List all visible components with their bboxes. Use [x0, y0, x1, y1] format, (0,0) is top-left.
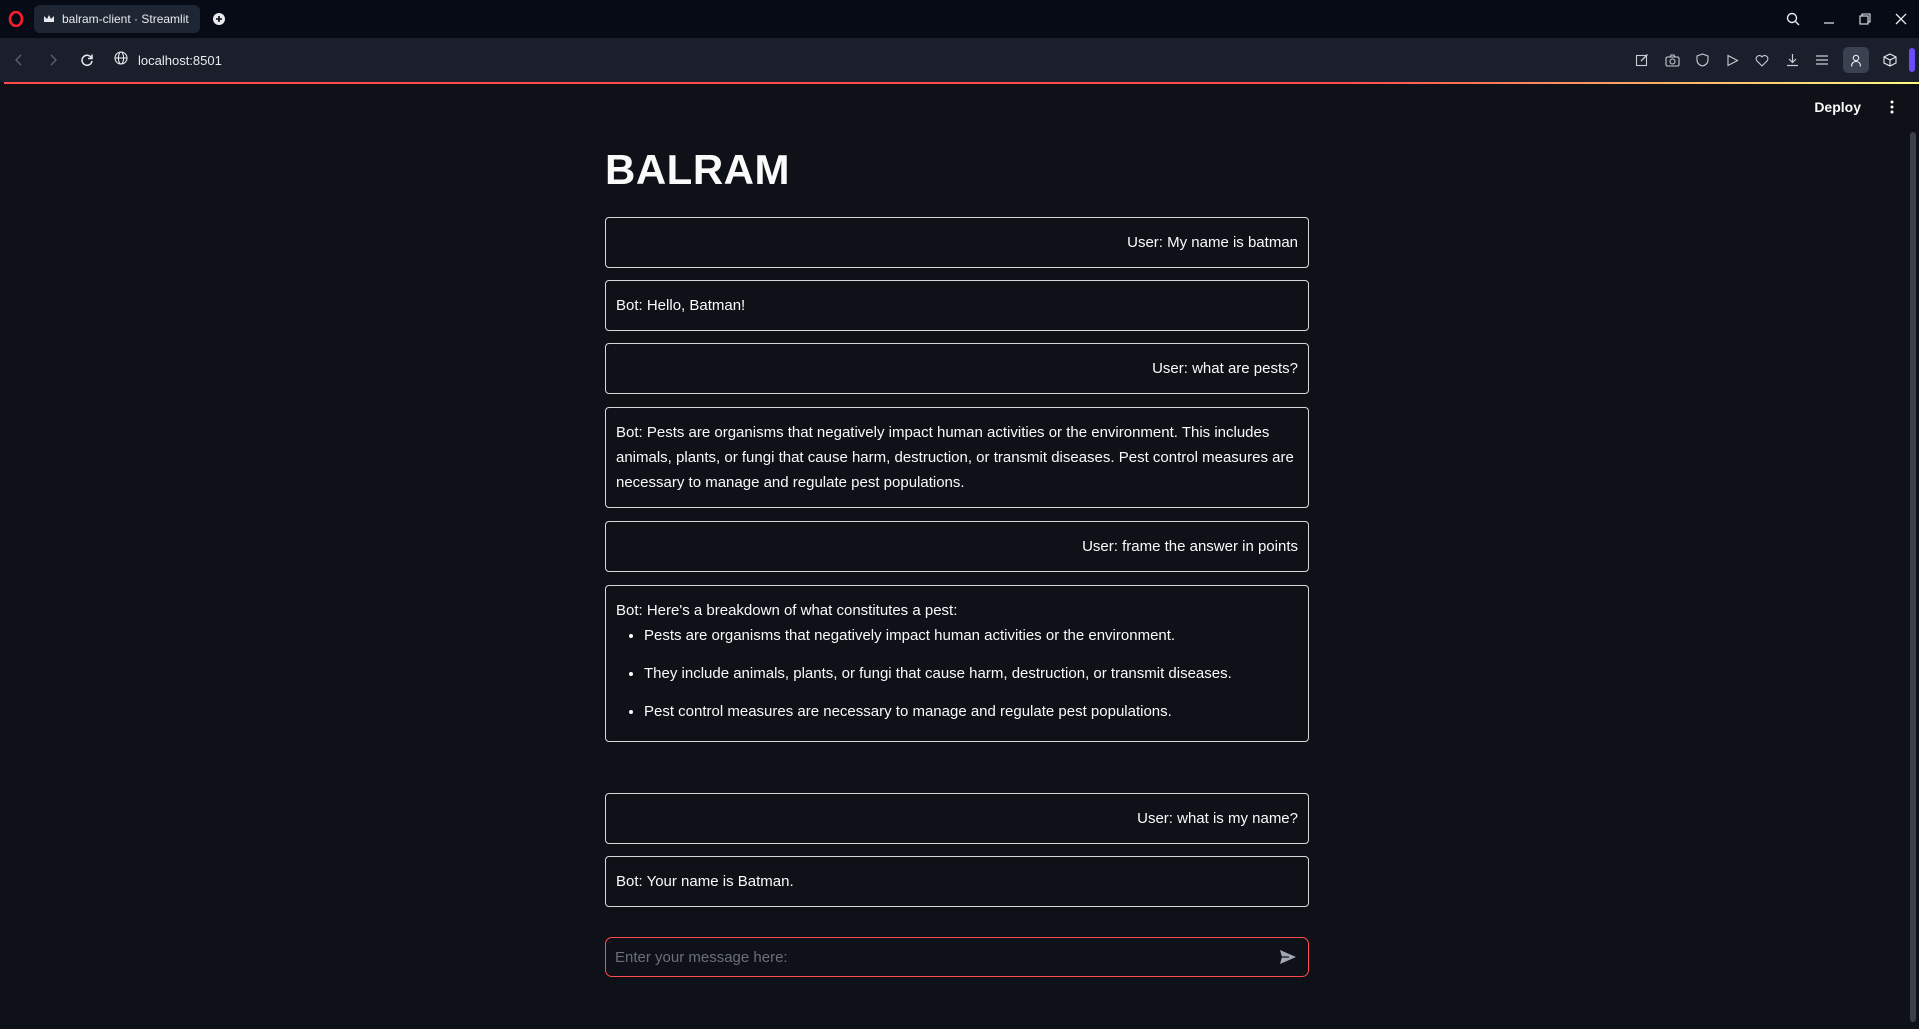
browser-tab-bar: balram-client · Streamlit [0, 0, 1919, 38]
list-item: Pests are organisms that negatively impa… [644, 625, 1298, 647]
browser-tab[interactable]: balram-client · Streamlit [34, 5, 200, 33]
easy-setup-menu-icon[interactable] [1807, 45, 1837, 75]
message-text: User: My name is batman [1127, 234, 1298, 251]
page-title: BALRAM [605, 146, 790, 193]
list-item: Pest control measures are necessary to m… [644, 701, 1298, 723]
message-text: User: what are pests? [1152, 360, 1298, 377]
message-text: Bot: Your name is Batman. [616, 873, 794, 890]
bot-message: Bot: Here's a breakdown of what constitu… [605, 585, 1309, 742]
new-tab-plus-icon[interactable] [208, 8, 230, 30]
url-text: localhost:8501 [138, 52, 222, 68]
main-menu-icon[interactable] [1879, 94, 1905, 120]
heart-icon[interactable] [1747, 45, 1777, 75]
sidebar-accent-bar [1909, 48, 1915, 72]
globe-icon [114, 50, 128, 70]
tab-title: balram-client · Streamlit [62, 12, 189, 26]
message-text: Bot: Here's a breakdown of what constitu… [616, 602, 958, 619]
opera-logo-icon[interactable] [5, 8, 27, 30]
streamlit-app: Deploy BALRAM User: My name is batman Bo… [0, 84, 1919, 1029]
play-icon[interactable] [1717, 45, 1747, 75]
message-input[interactable] [606, 947, 1268, 967]
reload-icon[interactable] [70, 43, 104, 77]
bullet-list: Pests are organisms that negatively impa… [616, 625, 1298, 723]
chat-input [605, 937, 1309, 977]
browser-address-bar: localhost:8501 [0, 38, 1919, 82]
restore-icon[interactable] [1847, 0, 1883, 38]
user-message: User: frame the answer in points [605, 521, 1309, 572]
page-scrollbar[interactable] [1910, 132, 1916, 1022]
message-text: User: what is my name? [1137, 810, 1298, 827]
forward-icon[interactable] [36, 43, 70, 77]
bot-message: Bot: Pests are organisms that negatively… [605, 407, 1309, 508]
streamlit-header: Deploy [1804, 84, 1919, 130]
user-message: User: what is my name? [605, 793, 1309, 844]
snapshot-edit-icon[interactable] [1627, 45, 1657, 75]
bot-message: Bot: Hello, Batman! [605, 280, 1309, 331]
search-tabs-icon[interactable] [1775, 0, 1811, 38]
message-text: Bot: Pests are organisms that negatively… [616, 424, 1294, 491]
url-field[interactable]: localhost:8501 [114, 50, 222, 70]
user-message: User: what are pests? [605, 343, 1309, 394]
message-text: Bot: Hello, Batman! [616, 297, 746, 314]
shield-icon[interactable] [1687, 45, 1717, 75]
user-message: User: My name is batman [605, 217, 1309, 268]
download-icon[interactable] [1777, 45, 1807, 75]
message-text: User: frame the answer in points [1082, 538, 1298, 555]
extensions-cube-icon[interactable] [1875, 45, 1905, 75]
bot-message: Bot: Your name is Batman. [605, 856, 1309, 907]
back-icon[interactable] [2, 43, 36, 77]
list-item: They include animals, plants, or fungi t… [644, 663, 1298, 685]
streamlit-crown-icon [42, 12, 56, 26]
minimize-icon[interactable] [1811, 0, 1847, 38]
close-window-icon[interactable] [1883, 0, 1919, 38]
send-icon[interactable] [1268, 938, 1308, 976]
camera-icon[interactable] [1657, 45, 1687, 75]
profile-icon[interactable] [1843, 47, 1869, 73]
deploy-button[interactable]: Deploy [1804, 93, 1871, 121]
